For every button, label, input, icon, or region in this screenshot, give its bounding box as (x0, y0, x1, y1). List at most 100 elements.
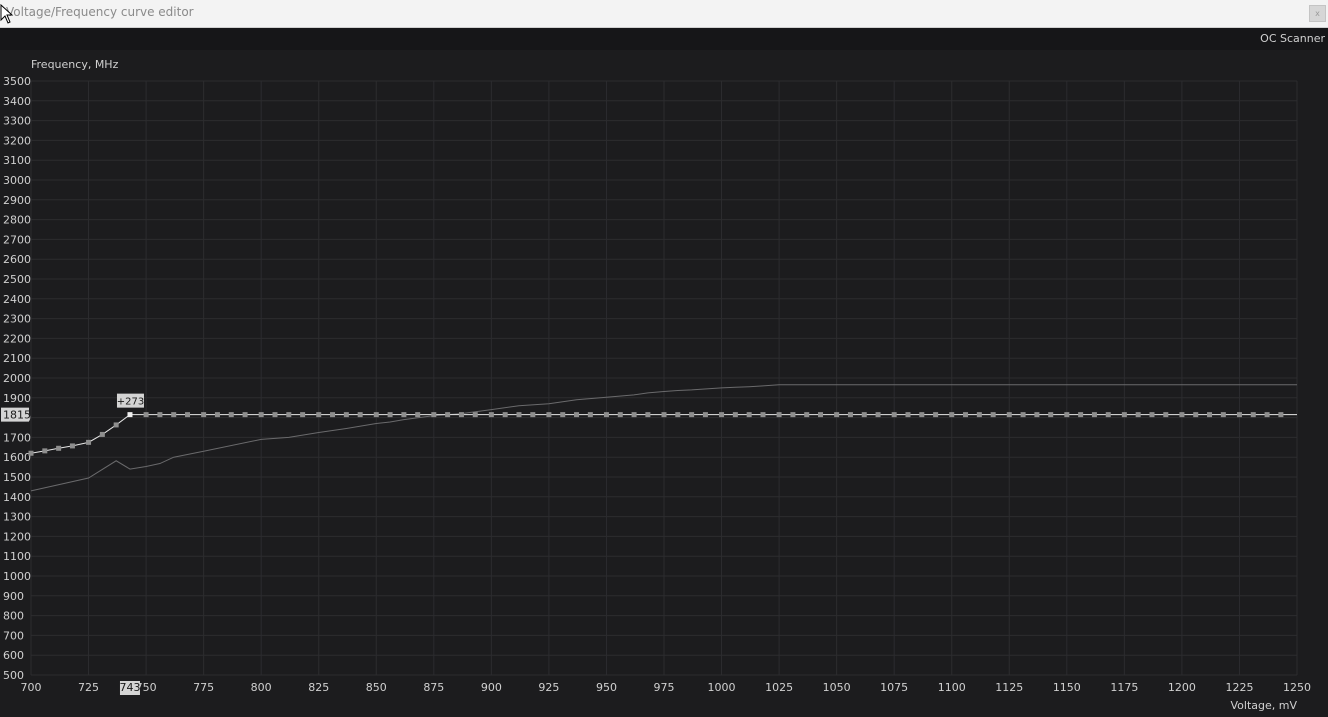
curve-point[interactable] (1207, 412, 1213, 418)
curve-point[interactable] (431, 412, 437, 418)
y-tick-label: 1200 (3, 530, 31, 543)
curve-point[interactable] (1264, 412, 1270, 418)
curve-point[interactable] (1105, 412, 1111, 418)
curve-point[interactable] (891, 412, 897, 418)
curve-point[interactable] (746, 412, 752, 418)
curve-point[interactable] (343, 412, 349, 418)
curve-point[interactable] (1220, 412, 1226, 418)
curve-point[interactable] (530, 412, 536, 418)
curve-point[interactable] (415, 412, 421, 418)
curve-point[interactable] (603, 412, 609, 418)
curve-point[interactable] (1179, 412, 1185, 418)
oc-scanner-button[interactable]: OC Scanner (1260, 32, 1325, 45)
curve-point[interactable] (488, 412, 494, 418)
curve-point[interactable] (1236, 412, 1242, 418)
curve-point[interactable] (546, 412, 552, 418)
curve-point[interactable] (171, 412, 177, 418)
x-tick-label: 950 (596, 681, 617, 694)
curve-point[interactable] (560, 412, 566, 418)
curve-point[interactable] (401, 412, 407, 418)
vf-curve-chart[interactable]: 500 600 700 800 900 1000 1100 1200 1300 1400 1500 1… (0, 50, 1328, 717)
curve-point[interactable] (1193, 412, 1199, 418)
curve-point[interactable] (1135, 412, 1141, 418)
curve-point[interactable] (847, 412, 853, 418)
curve-point[interactable] (1020, 412, 1026, 418)
curve-point[interactable] (113, 422, 119, 428)
curve-point[interactable] (1064, 412, 1070, 418)
curve-point[interactable] (689, 412, 695, 418)
curve-point[interactable] (42, 448, 48, 454)
curve-point[interactable] (157, 412, 163, 418)
curve-point[interactable] (373, 412, 379, 418)
curve-point[interactable] (1034, 412, 1040, 418)
curve-point[interactable] (143, 412, 149, 418)
curve-point[interactable] (357, 412, 363, 418)
curve-point[interactable] (86, 439, 92, 445)
selected-curve-point[interactable] (127, 412, 133, 418)
curve-point[interactable] (56, 445, 62, 451)
curve-point[interactable] (905, 412, 911, 418)
curve-point[interactable] (201, 412, 207, 418)
curve-point[interactable] (790, 412, 796, 418)
curve-point[interactable] (286, 412, 292, 418)
x-tick-label: 1075 (880, 681, 908, 694)
curve-point[interactable] (760, 412, 766, 418)
curve-point[interactable] (1121, 412, 1127, 418)
title-bar: Voltage/Frequency curve editor x (0, 0, 1328, 28)
curve-point[interactable] (804, 412, 810, 418)
curve-point[interactable] (1091, 412, 1097, 418)
y-tick-label: 900 (3, 590, 24, 603)
curve-point[interactable] (949, 412, 955, 418)
chart-svg[interactable]: 5006007008009001000110012001300140015001… (0, 50, 1328, 717)
curve-point[interactable] (963, 412, 969, 418)
curve-point[interactable] (702, 412, 708, 418)
curve-point[interactable] (228, 412, 234, 418)
curve-point[interactable] (445, 412, 451, 418)
curve-point[interactable] (1163, 412, 1169, 418)
curve-point[interactable] (258, 412, 264, 418)
close-button[interactable]: x (1309, 5, 1326, 22)
curve-point[interactable] (387, 412, 393, 418)
curve-point[interactable] (861, 412, 867, 418)
curve-point[interactable] (300, 412, 306, 418)
curve-point[interactable] (99, 431, 105, 437)
curve-point[interactable] (316, 412, 322, 418)
curve-point[interactable] (990, 412, 996, 418)
curve-point[interactable] (631, 412, 637, 418)
curve-point[interactable] (617, 412, 623, 418)
curve-point[interactable] (516, 412, 522, 418)
curve-point[interactable] (28, 450, 34, 456)
curve-point[interactable] (1048, 412, 1054, 418)
curve-point[interactable] (502, 412, 508, 418)
curve-point[interactable] (976, 412, 982, 418)
curve-point[interactable] (574, 412, 580, 418)
curve-point[interactable] (675, 412, 681, 418)
curve-point[interactable] (242, 412, 248, 418)
x-tick-label: 1050 (823, 681, 851, 694)
curve-point[interactable] (661, 412, 667, 418)
curve-point[interactable] (933, 412, 939, 418)
curve-point[interactable] (69, 443, 75, 449)
curve-point[interactable] (214, 412, 220, 418)
curve-point[interactable] (185, 412, 191, 418)
curve-point[interactable] (1149, 412, 1155, 418)
curve-point[interactable] (330, 412, 336, 418)
x-axis-highlight: 743 (119, 681, 140, 695)
curve-point[interactable] (818, 412, 824, 418)
curve-point[interactable] (834, 412, 840, 418)
curve-point[interactable] (645, 412, 651, 418)
curve-point[interactable] (458, 412, 464, 418)
curve-point[interactable] (1078, 412, 1084, 418)
curve-point[interactable] (587, 412, 593, 418)
curve-point[interactable] (875, 412, 881, 418)
curve-point[interactable] (1250, 412, 1256, 418)
curve-point[interactable] (472, 412, 478, 418)
curve-point[interactable] (272, 412, 278, 418)
close-icon: x (1315, 9, 1320, 18)
curve-point[interactable] (919, 412, 925, 418)
curve-point[interactable] (776, 412, 782, 418)
curve-point[interactable] (719, 412, 725, 418)
curve-point[interactable] (1278, 412, 1284, 418)
curve-point[interactable] (732, 412, 738, 418)
curve-point[interactable] (1006, 412, 1012, 418)
